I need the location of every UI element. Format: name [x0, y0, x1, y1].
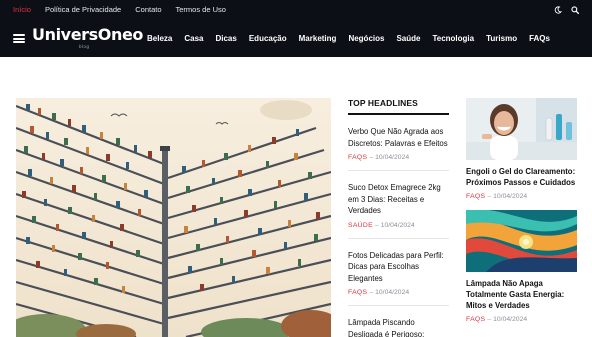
menu-item-tecnologia[interactable]: Tecnologia	[432, 34, 474, 43]
top-link-contact[interactable]: Contato	[135, 5, 161, 14]
menu-item-beleza[interactable]: Beleza	[147, 34, 172, 43]
article-title[interactable]: Lâmpada Não Apaga Totalmente Gasta Energ…	[466, 278, 577, 311]
headline-date: 10/04/2024	[375, 154, 410, 161]
headline-title[interactable]: Suco Detox Emagrece 2kg em 3 Dias: Recei…	[348, 182, 449, 217]
headline-category[interactable]: FAQS	[348, 154, 367, 161]
search-icon[interactable]	[571, 1, 579, 19]
article-date: 10/04/2024	[493, 193, 528, 200]
headline-date: 10/04/2024	[380, 221, 415, 229]
headline-title[interactable]: Verbo Que Não Agrada aos Discretos: Pala…	[348, 126, 449, 149]
article-meta: FAQS –10/04/2024	[466, 316, 577, 323]
meta-separator: –	[374, 221, 379, 229]
logo-tagline: blog	[79, 44, 90, 49]
headline-title[interactable]: Lâmpada Piscando Desligada é Perigoso:	[348, 317, 449, 337]
article-thumbnail[interactable]	[466, 98, 577, 160]
meta-separator: –	[369, 289, 374, 296]
headline-category[interactable]: FAQS	[348, 289, 367, 296]
headline-item[interactable]: Suco Detox Emagrece 2kg em 3 Dias: Recei…	[348, 171, 449, 239]
meta-separator: –	[487, 316, 492, 323]
top-utility-bar: Início Política de Privacidade Contato T…	[0, 0, 592, 19]
meta-separator: –	[487, 193, 492, 200]
main-menu: Beleza Casa Dicas Educação Marketing Neg…	[147, 19, 562, 57]
top-link-home[interactable]: Início	[13, 5, 31, 14]
top-link-privacy[interactable]: Política de Privacidade	[45, 5, 121, 14]
headline-item[interactable]: Fotos Delicadas para Perfil: Dicas para …	[348, 239, 449, 306]
top-link-terms[interactable]: Termos de Uso	[176, 5, 226, 14]
moon-icon[interactable]	[554, 1, 562, 19]
featured-article-image[interactable]	[16, 98, 331, 337]
menu-item-saude[interactable]: Saúde	[396, 34, 420, 43]
menu-item-marketing[interactable]: Marketing	[299, 34, 337, 43]
headline-title[interactable]: Fotos Delicadas para Perfil: Dicas para …	[348, 250, 449, 285]
menu-item-turismo[interactable]: Turismo	[486, 34, 517, 43]
menu-item-dicas[interactable]: Dicas	[215, 34, 236, 43]
logo-text: UniversOneo	[32, 25, 143, 44]
article-card[interactable]: Lâmpada Não Apaga Totalmente Gasta Energ…	[466, 210, 577, 323]
headline-date: 10/04/2024	[375, 289, 410, 296]
headline-item[interactable]: Verbo Que Não Agrada aos Discretos: Pala…	[348, 115, 449, 171]
top-tools	[554, 0, 579, 19]
side-cards: Engoli o Gel do Clareamento: Próximos Pa…	[466, 98, 577, 323]
article-card[interactable]: Engoli o Gel do Clareamento: Próximos Pa…	[466, 98, 577, 200]
article-title[interactable]: Engoli o Gel do Clareamento: Próximos Pa…	[466, 166, 577, 188]
menu-item-casa[interactable]: Casa	[184, 34, 203, 43]
headline-meta: FAQS –10/04/2024	[348, 289, 449, 296]
menu-item-negocios[interactable]: Negócios	[348, 34, 384, 43]
top-links: Início Política de Privacidade Contato T…	[13, 5, 240, 14]
article-date: 10/04/2024	[493, 316, 528, 323]
headline-category[interactable]: SAÚDE	[348, 222, 373, 229]
top-headlines: TOP HEADLINES Verbo Que Não Agrada aos D…	[348, 98, 449, 337]
article-category[interactable]: FAQS	[466, 193, 485, 200]
shelves-illustration	[16, 98, 331, 337]
article-category[interactable]: FAQS	[466, 316, 485, 323]
headline-item[interactable]: Lâmpada Piscando Desligada é Perigoso:	[348, 306, 449, 337]
main-navbar: UniversOneo blog Beleza Casa Dicas Educa…	[0, 19, 592, 57]
headline-meta: SAÚDE –10/04/2024	[348, 222, 449, 229]
headline-meta: FAQS –10/04/2024	[348, 154, 449, 161]
meta-separator: –	[369, 154, 374, 161]
smiling-woman-image	[466, 98, 577, 160]
menu-item-educacao[interactable]: Educação	[249, 34, 287, 43]
article-meta: FAQS –10/04/2024	[466, 193, 577, 200]
article-thumbnail[interactable]	[466, 210, 577, 272]
swirl-lamp-image	[466, 210, 577, 272]
site-logo[interactable]: UniversOneo blog	[32, 25, 143, 53]
top-headlines-title: TOP HEADLINES	[348, 98, 449, 115]
hamburger-menu-icon[interactable]	[13, 34, 25, 43]
menu-item-faqs[interactable]: FAQs	[529, 34, 550, 43]
